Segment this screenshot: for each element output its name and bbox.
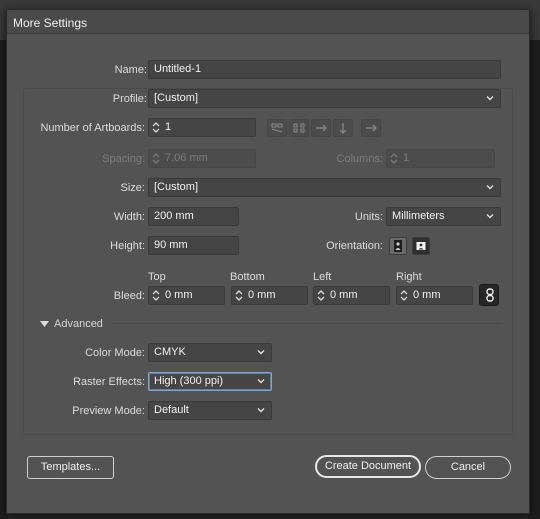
landscape-icon — [416, 242, 426, 250]
units-label: Units: — [354, 211, 383, 223]
more-settings-dialog: More Settings Name: Untitled-1 Profile: … — [6, 9, 530, 514]
height-label: Height: — [110, 240, 145, 252]
raster-effects-label: Raster Effects: — [73, 376, 145, 388]
size-select-value: [Custom] — [154, 181, 199, 193]
width-label: Width: — [113, 211, 145, 223]
advanced-label: Advanced — [54, 318, 103, 330]
stepper-arrows-icon[interactable] — [151, 289, 161, 302]
arrange-by-row-icon[interactable] — [311, 119, 331, 137]
preview-mode-value: Default — [154, 404, 189, 416]
chevron-down-icon — [485, 182, 495, 192]
artboards-stepper[interactable]: 1 — [148, 118, 256, 137]
columns-stepper[interactable]: 1 — [386, 149, 495, 168]
profile-label: Profile: — [112, 93, 147, 105]
stepper-arrows-icon[interactable] — [399, 289, 409, 302]
create-document-button[interactable]: Create Document — [315, 455, 421, 478]
columns-label: Columns: — [336, 153, 383, 165]
raster-effects-select[interactable]: High (300 ppi) — [148, 372, 272, 391]
bleed-left-header: Left — [313, 271, 332, 283]
bleed-left-stepper[interactable]: 0 mm — [313, 286, 390, 305]
color-mode-label: Color Mode: — [85, 347, 145, 359]
units-select[interactable]: Millimeters — [386, 207, 501, 226]
size-select[interactable]: [Custom] — [148, 178, 501, 197]
portrait-icon — [394, 240, 402, 252]
stepper-arrows-icon[interactable] — [234, 289, 244, 302]
artboards-label: Number of Artboards: — [40, 122, 145, 134]
arrange-by-column-icon[interactable] — [333, 119, 353, 137]
stepper-arrows-icon[interactable] — [389, 152, 399, 165]
profile-select[interactable]: [Custom] — [148, 89, 501, 108]
change-to-right-to-left-icon[interactable] — [361, 119, 381, 137]
bleed-top-value: 0 mm — [165, 289, 193, 301]
artboards-value: 1 — [165, 121, 172, 133]
chevron-down-icon — [485, 211, 495, 221]
bleed-right-stepper[interactable]: 0 mm — [396, 286, 473, 305]
templates-button[interactable]: Templates... — [27, 456, 114, 479]
stepper-arrows-icon[interactable] — [151, 152, 161, 165]
bleed-bottom-stepper[interactable]: 0 mm — [231, 286, 308, 305]
orientation-label: Orientation: — [326, 240, 383, 252]
bleed-left-value: 0 mm — [330, 289, 358, 301]
spacing-label: Spacing: — [102, 153, 145, 165]
bleed-bottom-value: 0 mm — [248, 289, 276, 301]
units-select-value: Millimeters — [392, 210, 445, 222]
chevron-down-icon — [256, 376, 266, 386]
spacing-stepper[interactable]: 7.06 mm — [148, 149, 256, 168]
chevron-down-icon — [256, 347, 266, 357]
grid-by-column-icon[interactable] — [289, 119, 309, 137]
cancel-button[interactable]: Cancel — [425, 456, 511, 479]
spacing-value: 7.06 mm — [165, 152, 208, 164]
raster-effects-value: High (300 ppi) — [154, 375, 224, 387]
dialog-titlebar[interactable]: More Settings — [7, 10, 529, 34]
bleed-right-value: 0 mm — [413, 289, 441, 301]
chain-link-icon — [486, 288, 494, 302]
triangle-down-icon — [40, 321, 49, 327]
preview-mode-label: Preview Mode: — [72, 405, 145, 417]
bleed-top-header: Top — [148, 271, 166, 283]
height-input[interactable]: 90 mm — [148, 236, 239, 255]
name-input[interactable]: Untitled-1 — [148, 60, 501, 79]
stepper-arrows-icon[interactable] — [316, 289, 326, 302]
chevron-down-icon — [485, 93, 495, 103]
portrait-orientation-button[interactable] — [389, 237, 407, 255]
landscape-orientation-button[interactable] — [412, 237, 430, 255]
size-label: Size: — [120, 182, 145, 194]
color-mode-value: CMYK — [154, 346, 186, 358]
width-input[interactable]: 200 mm — [148, 207, 239, 226]
stepper-arrows-icon[interactable] — [151, 121, 161, 134]
advanced-divider — [111, 323, 501, 324]
grid-by-row-icon[interactable] — [267, 119, 287, 137]
columns-value: 1 — [403, 152, 410, 164]
bleed-right-header: Right — [396, 271, 422, 283]
link-bleed-button[interactable] — [479, 284, 499, 306]
bleed-bottom-header: Bottom — [230, 271, 265, 283]
color-mode-select[interactable]: CMYK — [148, 343, 272, 362]
profile-select-value: [Custom] — [154, 92, 199, 104]
preview-mode-select[interactable]: Default — [148, 401, 272, 420]
chevron-down-icon — [256, 405, 266, 415]
dialog-title: More Settings — [13, 16, 88, 30]
name-label: Name: — [114, 64, 147, 76]
bleed-top-stepper[interactable]: 0 mm — [148, 286, 225, 305]
bleed-label: Bleed: — [113, 290, 145, 302]
